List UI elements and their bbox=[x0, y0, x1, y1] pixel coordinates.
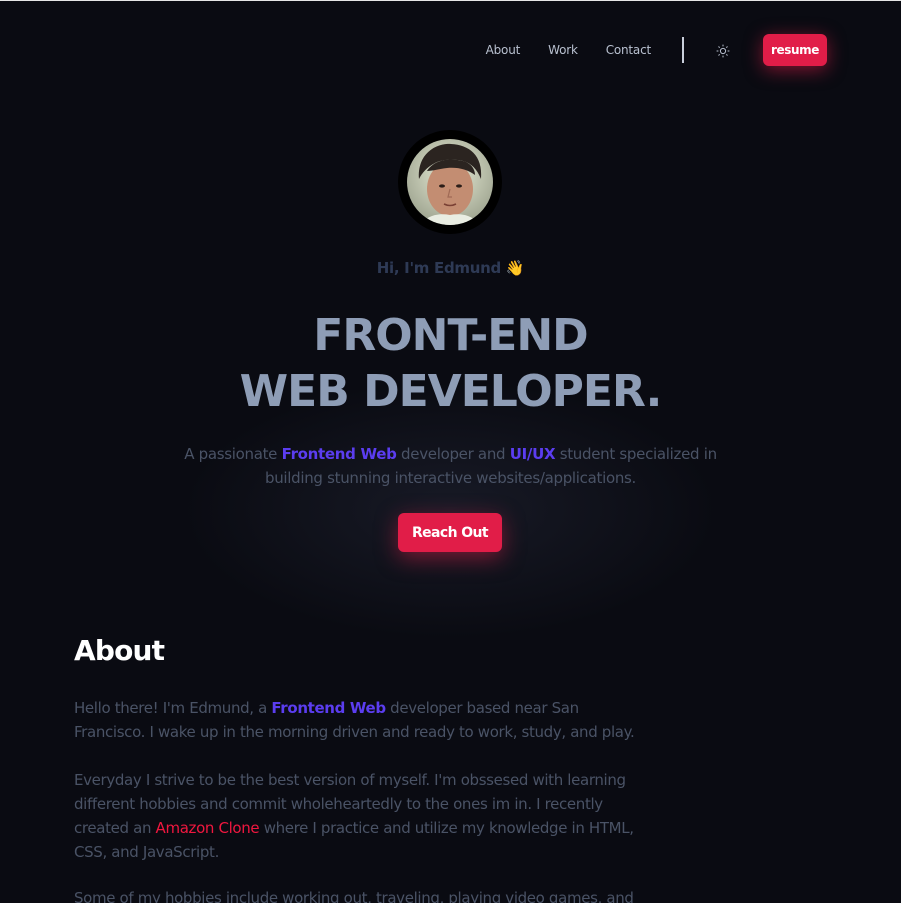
profile-photo bbox=[407, 139, 493, 225]
tagline-highlight-frontend: Frontend Web bbox=[281, 445, 397, 463]
tagline-prefix: A passionate bbox=[184, 445, 282, 463]
greeting: Hi, I'm Edmund 👋 bbox=[0, 259, 901, 277]
tagline-mid: developer and bbox=[396, 445, 510, 463]
nav-link-contact[interactable]: Contact bbox=[606, 43, 651, 57]
avatar bbox=[398, 130, 502, 234]
tagline-highlight-uiux: UI/UX bbox=[509, 445, 556, 463]
top-nav: About Work Contact resume bbox=[486, 34, 827, 66]
window-top-border bbox=[0, 0, 901, 1]
sun-icon[interactable] bbox=[716, 43, 730, 58]
about-p1-highlight: Frontend Web bbox=[271, 699, 386, 717]
hero-headline: FRONT-END WEB DEVELOPER. bbox=[0, 308, 901, 420]
about-paragraph-3: Some of my hobbies include working out, … bbox=[74, 889, 634, 903]
about-paragraph-2: Everyday I strive to be the best version… bbox=[74, 768, 644, 864]
headline-line-1: FRONT-END bbox=[313, 310, 588, 361]
greeting-text: Hi, I'm Edmund bbox=[376, 259, 501, 277]
nav-link-work[interactable]: Work bbox=[548, 43, 578, 57]
about-p1-prefix: Hello there! I'm Edmund, a bbox=[74, 699, 272, 717]
reach-out-button[interactable]: Reach Out bbox=[398, 513, 502, 552]
about-paragraph-1: Hello there! I'm Edmund, a Frontend Web … bbox=[74, 696, 644, 744]
hero-tagline: A passionate Frontend Web developer and … bbox=[170, 442, 731, 490]
nav-link-about[interactable]: About bbox=[486, 43, 521, 57]
portfolio-page: About Work Contact resume Hi, I'm Edmund… bbox=[0, 0, 901, 903]
headline-line-2: WEB DEVELOPER. bbox=[239, 366, 663, 417]
amazon-clone-link[interactable]: Amazon Clone bbox=[156, 819, 260, 837]
resume-button[interactable]: resume bbox=[763, 34, 827, 66]
about-heading: About bbox=[74, 634, 165, 667]
nav-divider bbox=[682, 37, 684, 63]
wave-emoji: 👋 bbox=[505, 259, 525, 277]
